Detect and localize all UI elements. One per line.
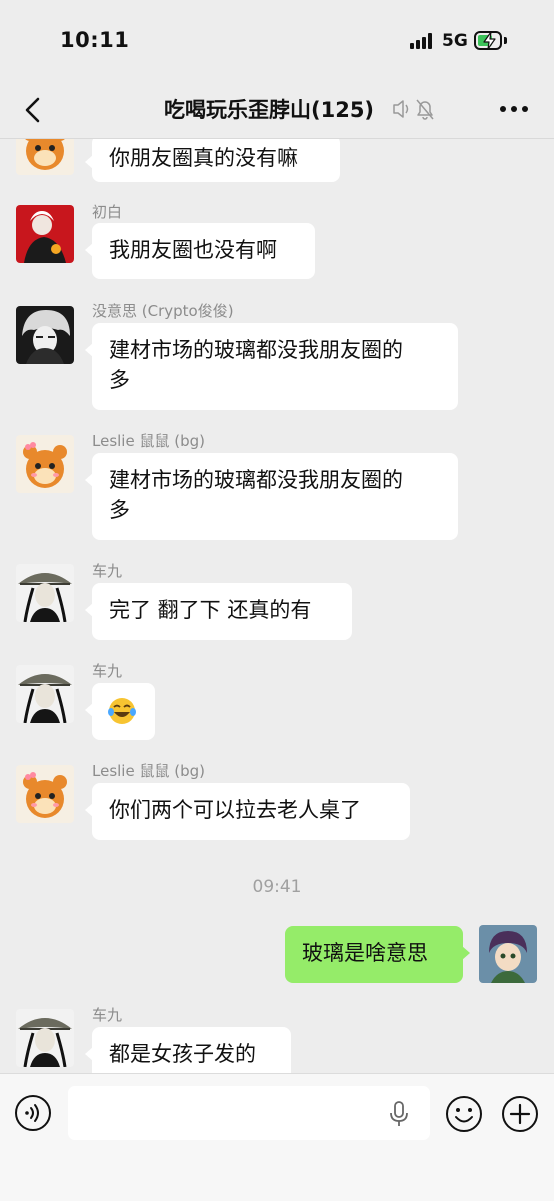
network-label: 5G xyxy=(442,31,468,51)
message-text: 我朋友圈也没有啊 xyxy=(109,238,277,262)
message-bubble[interactable] xyxy=(85,683,155,740)
sender-name: 车九 xyxy=(92,1006,123,1024)
message-bubble[interactable]: 你朋友圈真的没有嘛 xyxy=(85,139,340,182)
avatar-chejiu[interactable] xyxy=(16,665,74,723)
status-time: 10:11 xyxy=(60,28,130,52)
voice-input-icon[interactable] xyxy=(14,1094,52,1132)
avatar-chubai[interactable] xyxy=(16,205,74,263)
message-input[interactable] xyxy=(68,1086,430,1140)
chat-title: 吃喝玩乐歪脖山(125) xyxy=(164,98,375,122)
my-message-bubble[interactable]: 玻璃是啥意思 xyxy=(285,926,470,983)
message-text: 建材市场的玻璃都没我朋友圈的 xyxy=(109,338,403,362)
sender-name: 车九 xyxy=(92,662,123,680)
signal-icon xyxy=(410,33,436,49)
message-text: 完了 翻了下 还真的有 xyxy=(109,598,312,622)
message-text: 你们两个可以拉去老人桌了 xyxy=(109,798,361,822)
plus-icon[interactable] xyxy=(500,1094,540,1134)
avatar-hamster[interactable] xyxy=(16,765,74,823)
message-bubble[interactable]: 我朋友圈也没有啊 xyxy=(85,223,315,279)
input-bar xyxy=(0,1073,554,1201)
avatar-me[interactable] xyxy=(479,925,537,983)
sender-name: 初白 xyxy=(92,203,123,221)
message-bubble[interactable]: 完了 翻了下 还真的有 xyxy=(85,583,352,640)
sender-name: Leslie 鼠鼠 (bg) xyxy=(92,762,205,780)
avatar-chejiu[interactable] xyxy=(16,564,74,622)
message-text: 都是女孩子发的 xyxy=(109,1042,256,1066)
message-list[interactable]: 你朋友圈真的没有嘛 初白 我朋友圈也没有啊 没意思 (Crypto俊俊) 建材市… xyxy=(0,139,554,1073)
more-options-icon[interactable] xyxy=(498,102,530,116)
message-bubble[interactable]: 你们两个可以拉去老人桌了 xyxy=(85,783,410,840)
avatar-chejiu[interactable] xyxy=(16,1009,74,1067)
sender-name: Leslie 鼠鼠 (bg) xyxy=(92,432,205,450)
laughing-crying-emoji-icon xyxy=(108,698,136,724)
message-text: 你朋友圈真的没有嘛 xyxy=(109,146,298,170)
message-text: 建材市场的玻璃都没我朋友圈的 xyxy=(109,468,403,492)
message-bubble[interactable]: 都是女孩子发的 xyxy=(85,1027,291,1073)
battery-tip xyxy=(504,37,507,44)
message-bubble[interactable]: 建材市场的玻璃都没我朋友圈的 多 xyxy=(85,323,458,410)
back-arrow-icon[interactable] xyxy=(18,94,50,126)
chat-header: 吃喝玩乐歪脖山(125) xyxy=(0,84,554,139)
microphone-icon[interactable] xyxy=(388,1100,410,1128)
emoji-icon[interactable] xyxy=(444,1094,484,1134)
charging-bolt-icon xyxy=(483,31,496,50)
message-text: 多 xyxy=(109,498,130,522)
message-bubble[interactable]: 建材市场的玻璃都没我朋友圈的 多 xyxy=(85,453,458,540)
mute-notifications-icon xyxy=(393,99,434,120)
time-divider: 09:41 xyxy=(252,877,302,897)
avatar-hamster[interactable] xyxy=(16,435,74,493)
avatar-hamster[interactable] xyxy=(16,139,74,175)
sender-name: 车九 xyxy=(92,562,123,580)
avatar-meiyisi[interactable] xyxy=(16,306,74,364)
sender-name: 没意思 (Crypto俊俊) xyxy=(92,302,234,320)
message-text: 多 xyxy=(109,368,130,392)
message-text: 玻璃是啥意思 xyxy=(302,941,428,965)
status-bar: 10:11 5G xyxy=(0,0,554,84)
